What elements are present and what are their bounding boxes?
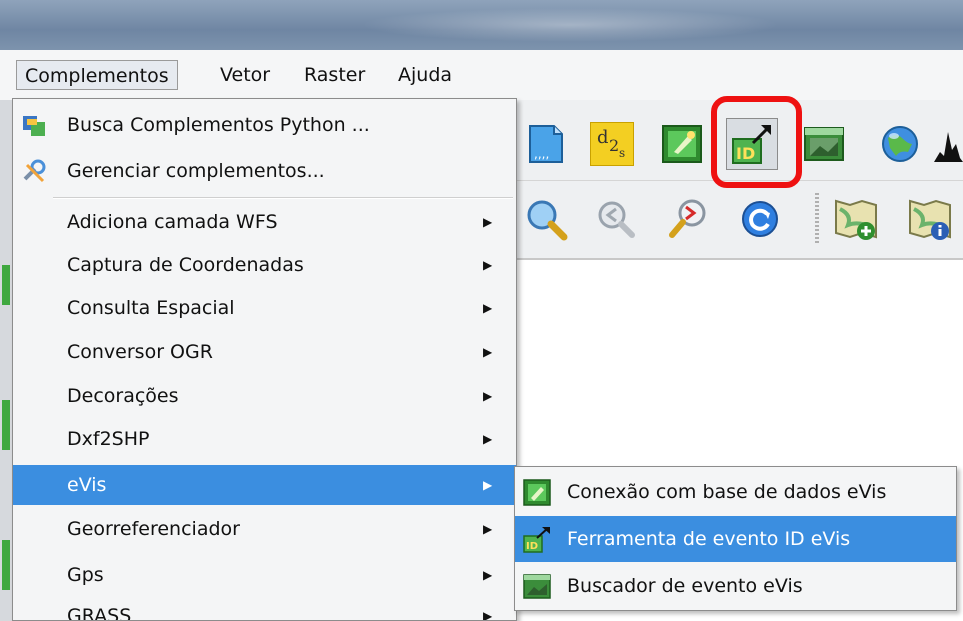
submenu-item-label: Ferramenta de evento ID eVis	[567, 528, 851, 550]
submenu-arrow-icon: ▶	[483, 478, 493, 492]
submenu-arrow-icon: ▶	[483, 609, 493, 621]
menu-item-gerenciar-complementos[interactable]: Gerenciar complementos...	[13, 151, 516, 191]
new-map-icon[interactable]	[832, 195, 880, 243]
d2s-sub2: s	[619, 146, 625, 160]
evis-database-icon	[523, 479, 551, 506]
menu-item-conversor-ogr[interactable]: Conversor OGR ▶	[13, 332, 516, 372]
menu-item-consulta-espacial[interactable]: Consulta Espacial ▶	[13, 288, 516, 328]
histogram-icon[interactable]	[932, 122, 963, 166]
menu-item-label: Gps	[67, 564, 104, 586]
dock-green-strip	[2, 400, 10, 450]
menu-item-gps[interactable]: Gps ▶	[13, 555, 516, 595]
menu-item-label: Georreferenciador	[67, 518, 240, 540]
menu-item-dxf2shp[interactable]: Dxf2SHP ▶	[13, 419, 516, 459]
submenu-arrow-icon: ▶	[483, 568, 493, 582]
evis-submenu: Conexão com base de dados eVis ID Ferram…	[514, 466, 957, 611]
menu-item-decoracoes[interactable]: Decorações ▶	[13, 376, 516, 416]
svg-text:,,,,: ,,,,	[534, 147, 549, 161]
menu-item-grass[interactable]: GRASS ▶	[13, 596, 516, 621]
svg-text:ID: ID	[526, 541, 538, 552]
menu-ajuda[interactable]: Ajuda	[390, 60, 460, 90]
menu-raster[interactable]: Raster	[296, 60, 373, 90]
menu-item-georreferenciador[interactable]: Georreferenciador ▶	[13, 509, 516, 549]
complementos-menu: Busca Complementos Python ... Gerenciar …	[12, 98, 517, 621]
raster-file-icon[interactable]: ,,,,	[524, 122, 568, 166]
submenu-arrow-icon: ▶	[483, 301, 493, 315]
d2s-sub1: 2	[609, 136, 619, 155]
submenu-item-buscador-evento[interactable]: Buscador de evento eVis	[515, 563, 956, 609]
menu-item-label: GRASS	[67, 605, 132, 621]
refresh-icon[interactable]	[738, 197, 782, 241]
titlebar-glow	[360, 8, 780, 42]
submenu-arrow-icon: ▶	[483, 345, 493, 359]
menu-item-label: Captura de Coordenadas	[67, 254, 304, 276]
dock-green-strip	[2, 265, 10, 305]
menu-separator	[53, 197, 513, 199]
d2s-icon[interactable]: d 2 s	[590, 122, 634, 166]
d2s-text: d	[597, 127, 609, 148]
submenu-arrow-icon: ▶	[483, 432, 493, 446]
submenu-arrow-icon: ▶	[483, 389, 493, 403]
submenu-arrow-icon: ▶	[483, 258, 493, 272]
zoom-last-icon[interactable]	[524, 197, 568, 241]
menu-item-label: Busca Complementos Python ...	[67, 114, 370, 136]
submenu-item-conexao-base-dados[interactable]: Conexão com base de dados eVis	[515, 469, 956, 515]
menu-complementos[interactable]: Complementos	[16, 60, 178, 90]
menubar: Complementos Vetor Raster Ajuda	[0, 50, 963, 101]
menu-item-adiciona-camada-wfs[interactable]: Adiciona camada WFS ▶	[13, 202, 516, 242]
menu-item-label: Conversor OGR	[67, 341, 213, 363]
evis-event-browser-icon	[523, 573, 551, 600]
menu-item-label: eVis	[67, 474, 107, 496]
menu-item-captura-coordenadas[interactable]: Captura de Coordenadas ▶	[13, 245, 516, 285]
dock-green-strip	[2, 540, 10, 590]
submenu-item-ferramenta-evento-id[interactable]: ID Ferramenta de evento ID eVis	[515, 516, 956, 562]
menu-item-label: Consulta Espacial	[67, 297, 235, 319]
menu-item-label: Dxf2SHP	[67, 428, 150, 450]
submenu-arrow-icon: ▶	[483, 522, 493, 536]
menu-item-label: Adiciona camada WFS	[67, 211, 278, 233]
highlight-callout	[711, 96, 802, 188]
menu-item-label: Decorações	[67, 385, 179, 407]
menu-vetor[interactable]: Vetor	[212, 60, 278, 90]
globe-icon[interactable]	[878, 122, 922, 166]
evis-database-icon[interactable]	[660, 122, 704, 166]
submenu-arrow-icon: ▶	[483, 215, 493, 229]
window-titlebar	[0, 0, 963, 50]
submenu-item-label: Buscador de evento eVis	[567, 575, 803, 597]
left-dock-edge	[0, 100, 12, 621]
manage-plugins-icon	[21, 159, 49, 185]
zoom-next-icon[interactable]	[666, 197, 710, 241]
submenu-item-label: Conexão com base de dados eVis	[567, 481, 887, 503]
zoom-previous-icon[interactable]	[594, 197, 638, 241]
map-info-icon[interactable]	[906, 195, 954, 243]
evis-event-id-icon: ID	[523, 526, 551, 553]
evis-event-browser-icon[interactable]	[802, 122, 846, 166]
menu-item-label: Gerenciar complementos...	[67, 160, 325, 182]
toolbar-separator	[815, 193, 819, 245]
menu-item-evis[interactable]: eVis ▶	[13, 465, 516, 505]
menu-item-busca-complementos[interactable]: Busca Complementos Python ...	[13, 105, 516, 145]
python-plugins-icon	[21, 113, 49, 139]
